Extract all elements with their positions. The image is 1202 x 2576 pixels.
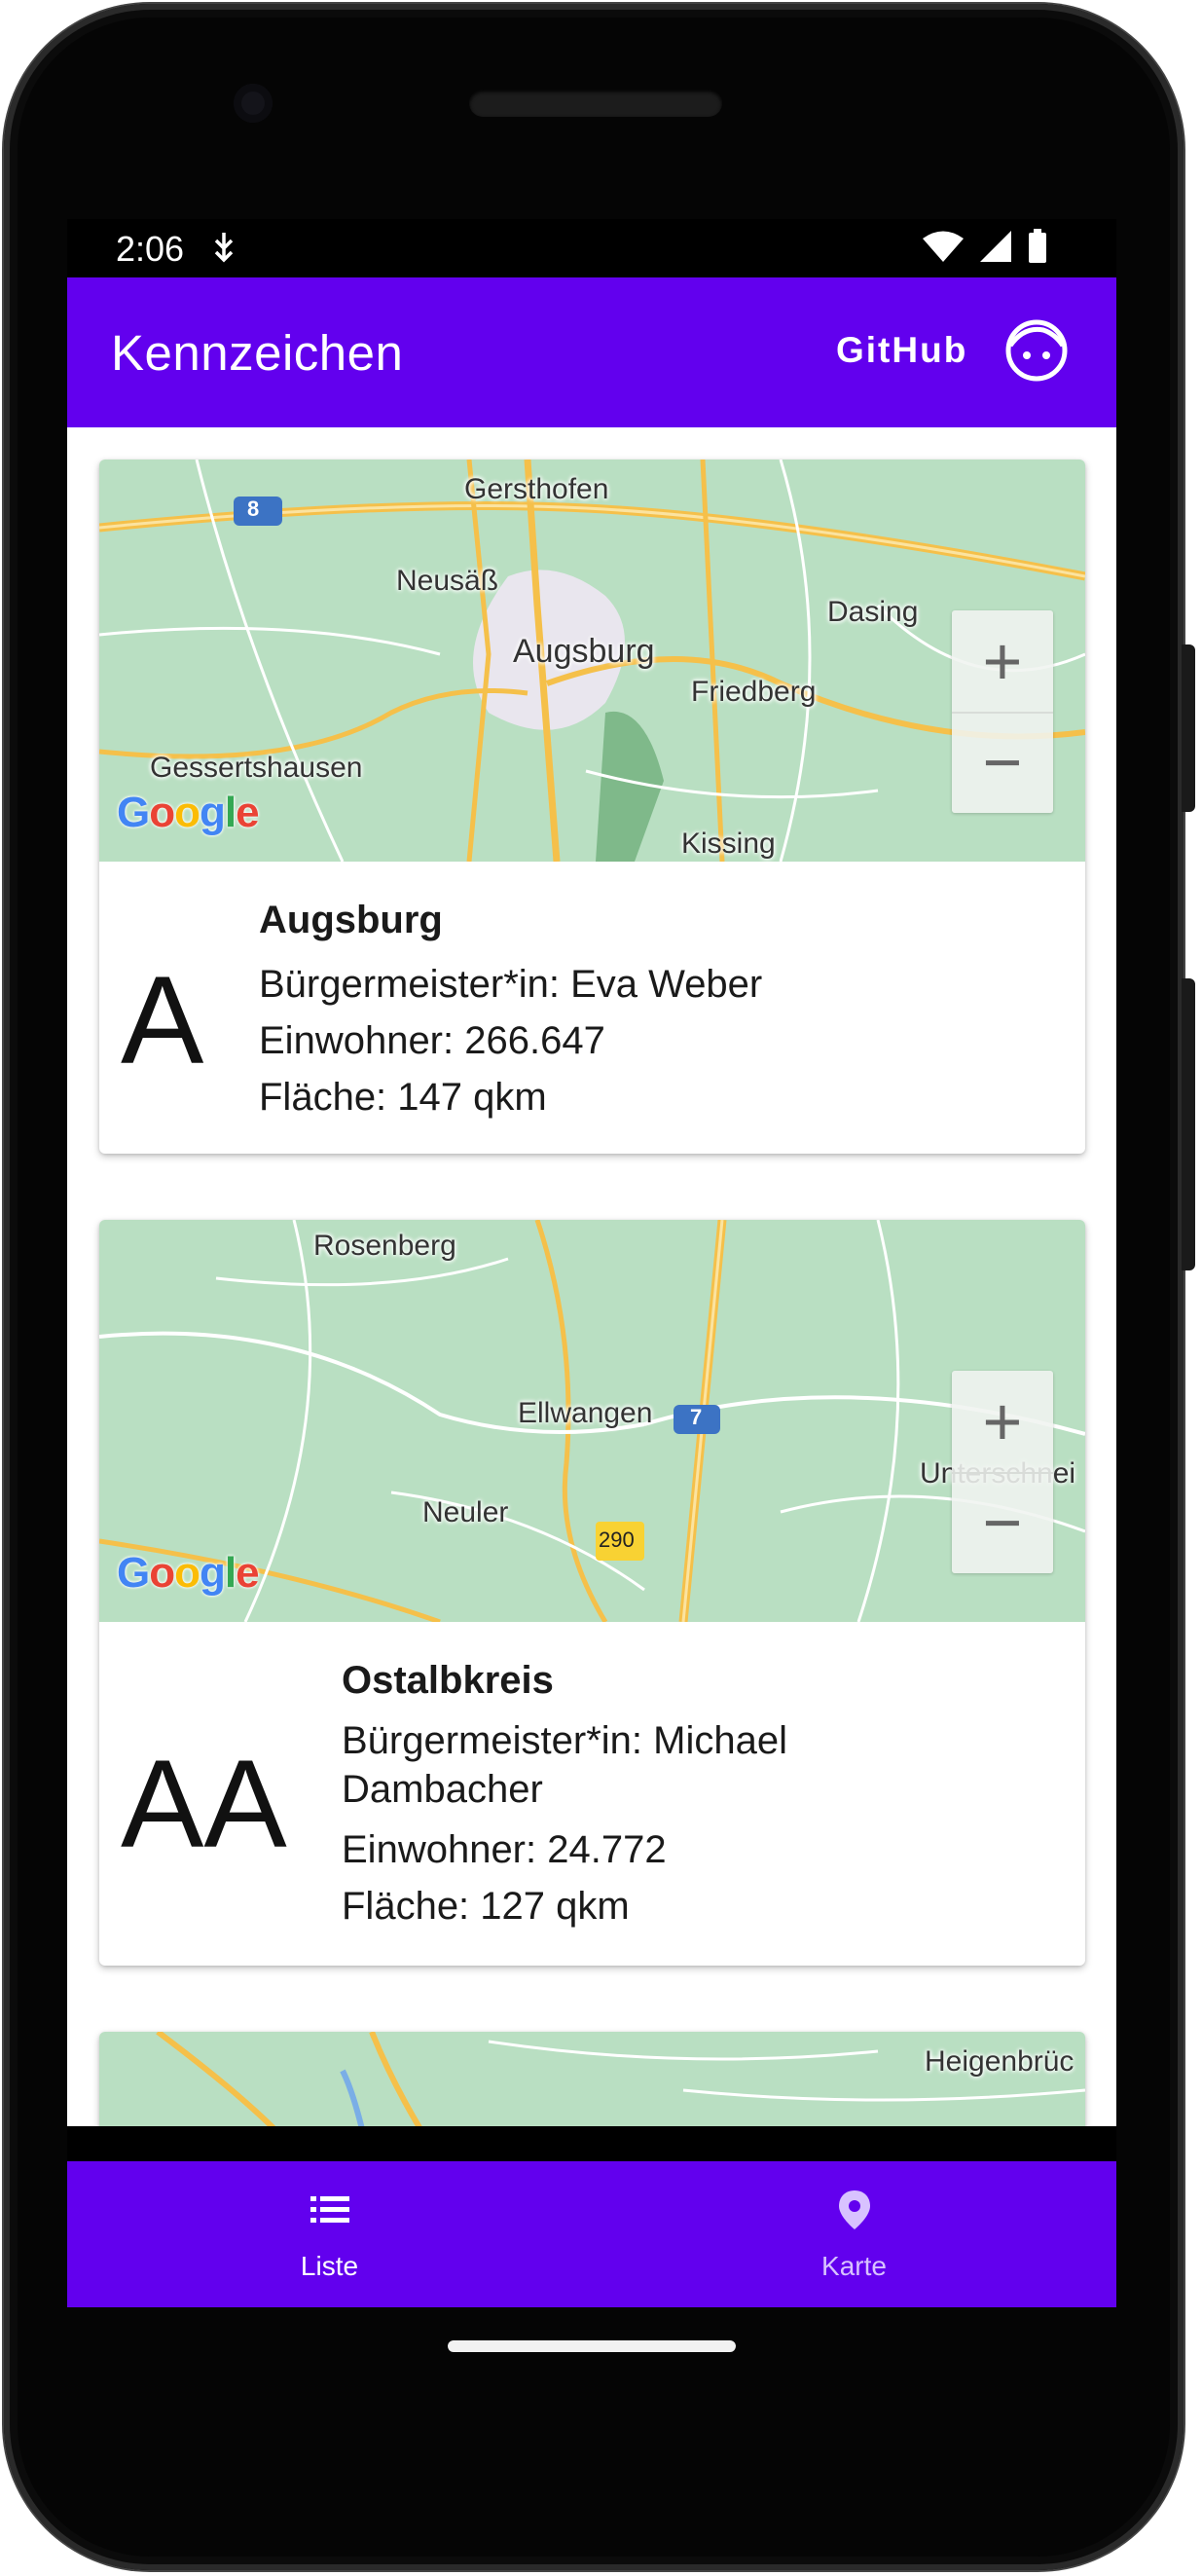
map-label: Heigenbrüc bbox=[925, 2045, 1075, 2078]
nav-label-map: Karte bbox=[821, 2251, 887, 2281]
mayor-text: Bürgermeister*in: Eva Weber bbox=[259, 963, 763, 1006]
power-button bbox=[1182, 978, 1195, 1270]
nav-item-list[interactable]: Liste bbox=[67, 2161, 592, 2307]
district-info: Augsburg Bürgermeister*in: Eva Weber Ein… bbox=[259, 899, 762, 1125]
map-label: Neusäß bbox=[396, 565, 499, 597]
map-label: Rosenberg bbox=[313, 1230, 456, 1262]
plate-code: AA bbox=[121, 1735, 287, 1874]
map-preview[interactable]: Heigenbrüc bbox=[99, 2032, 1085, 2126]
road-shield: 7 bbox=[690, 1405, 703, 1429]
area-text: Fläche: 127 qkm bbox=[342, 1885, 630, 1928]
license-plate-list[interactable]: 8 Gersthofen Neusäß Augsburg Dasing Frie… bbox=[67, 427, 1116, 2126]
volume-button bbox=[1182, 644, 1195, 812]
status-icons bbox=[922, 229, 1048, 264]
earpiece-speaker bbox=[469, 90, 722, 117]
list-icon bbox=[310, 2196, 349, 2223]
map-label: Friedberg bbox=[691, 676, 817, 708]
zoom-in-button[interactable]: + bbox=[952, 610, 1053, 714]
signal-icon bbox=[980, 231, 1011, 262]
map-label: Ellwangen bbox=[518, 1397, 653, 1429]
github-button[interactable]: GitHub bbox=[836, 330, 967, 371]
face-icon[interactable] bbox=[1004, 318, 1069, 383]
card-body: A Augsburg Bürgermeister*in: Eva Weber E… bbox=[99, 862, 1085, 1154]
road-badge: 290 bbox=[599, 1527, 635, 1552]
zoom-controls: + − bbox=[952, 610, 1053, 813]
zoom-in-button[interactable]: + bbox=[952, 1371, 1053, 1474]
app-bar: Kennzeichen GitHub bbox=[67, 277, 1116, 427]
map-label: Augsburg bbox=[513, 633, 655, 670]
app-title: Kennzeichen bbox=[111, 325, 404, 381]
screen: 2:06 Kennzeichen GitHub 8 Gersthofen Neu… bbox=[67, 219, 1116, 2307]
list-item[interactable]: 8 Gersthofen Neusäß Augsburg Dasing Frie… bbox=[99, 460, 1085, 1154]
plate-code: A bbox=[121, 951, 204, 1090]
battery-icon bbox=[1029, 229, 1046, 263]
district-name: Augsburg bbox=[259, 899, 443, 941]
bottom-navigation: Liste Karte bbox=[67, 2161, 1116, 2307]
map-label: Dasing bbox=[827, 596, 919, 628]
status-bar: 2:06 bbox=[67, 219, 1116, 277]
zoom-out-button[interactable]: − bbox=[952, 1472, 1053, 1573]
road-shield: 8 bbox=[247, 497, 260, 521]
district-name: Ostalbkreis bbox=[342, 1659, 554, 1702]
population-text: Einwohner: 24.772 bbox=[342, 1828, 667, 1871]
mayor-text: Bürgermeister*in: Michael bbox=[342, 1719, 787, 1762]
nav-label-list: Liste bbox=[300, 2251, 359, 2281]
home-indicator[interactable] bbox=[448, 2340, 736, 2352]
map-preview[interactable]: 8 Gersthofen Neusäß Augsburg Dasing Frie… bbox=[99, 460, 1085, 862]
map-label: Gersthofen bbox=[464, 473, 609, 505]
map-label: Neuler bbox=[422, 1496, 509, 1528]
map-label: Kissing bbox=[681, 828, 776, 860]
card-body: AA Ostalbkreis Bürgermeister*in: Michael… bbox=[99, 1622, 1085, 1966]
list-item[interactable]: Heigenbrüc bbox=[99, 2032, 1085, 2126]
nav-item-map[interactable]: Karte bbox=[592, 2161, 1116, 2307]
status-time: 2:06 bbox=[116, 229, 185, 269]
google-logo: Google bbox=[117, 1549, 260, 1597]
zoom-out-button[interactable]: − bbox=[952, 712, 1053, 813]
google-logo: Google bbox=[117, 789, 260, 836]
area-text: Fläche: 147 qkm bbox=[259, 1076, 547, 1119]
usb-debug-icon bbox=[211, 231, 237, 273]
location-pin-icon bbox=[839, 2190, 870, 2229]
zoom-controls: + − bbox=[952, 1371, 1053, 1573]
front-camera bbox=[234, 84, 273, 123]
population-text: Einwohner: 266.647 bbox=[259, 1019, 605, 1062]
mayor-text-continued: Dambacher bbox=[342, 1768, 543, 1811]
map-label: Gessertshausen bbox=[150, 752, 363, 784]
wifi-icon bbox=[923, 231, 964, 262]
map-preview[interactable]: 7 290 Rosenberg Ellwangen Neuler Untersc… bbox=[99, 1220, 1085, 1622]
list-item[interactable]: 7 290 Rosenberg Ellwangen Neuler Untersc… bbox=[99, 1220, 1085, 1966]
district-info: Ostalbkreis Bürgermeister*in: Michael Da… bbox=[342, 1659, 787, 1934]
